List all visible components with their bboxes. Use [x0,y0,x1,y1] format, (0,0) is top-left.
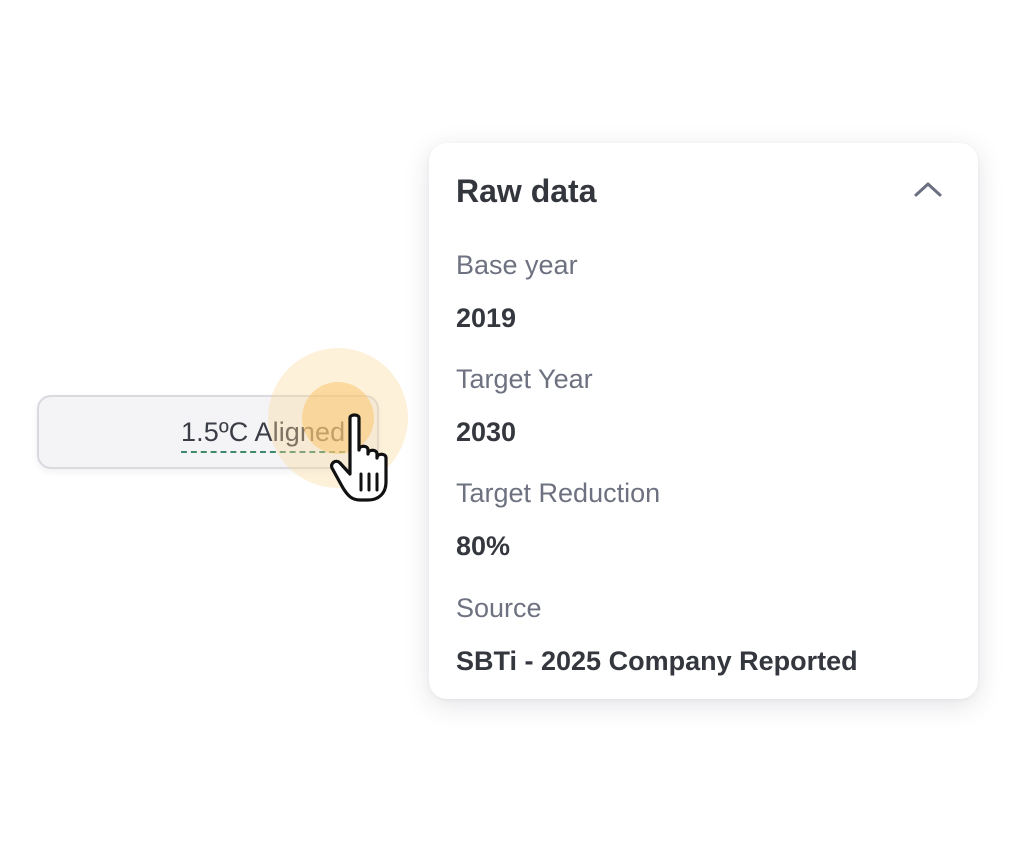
target-year-label: Target Year [456,364,593,394]
collapse-button[interactable] [908,171,948,207]
stage: 1.5ºC Aligned Raw data Base year 2019 Ta… [0,0,1024,843]
hand-pointer-icon [330,413,388,502]
target-reduction-label: Target Reduction [456,478,661,508]
source-label: Source [456,593,542,623]
base-year-label: Base year [456,250,578,280]
chevron-up-icon [914,182,942,197]
target-reduction-value: 80% [456,531,511,561]
source-value: SBTi - 2025 Company Reported [456,646,858,676]
raw-data-panel: Raw data Base year 2019 Target Year 2030… [429,143,978,699]
panel-title: Raw data [456,173,597,209]
target-year-value: 2030 [456,417,517,447]
base-year-value: 2019 [456,303,517,333]
